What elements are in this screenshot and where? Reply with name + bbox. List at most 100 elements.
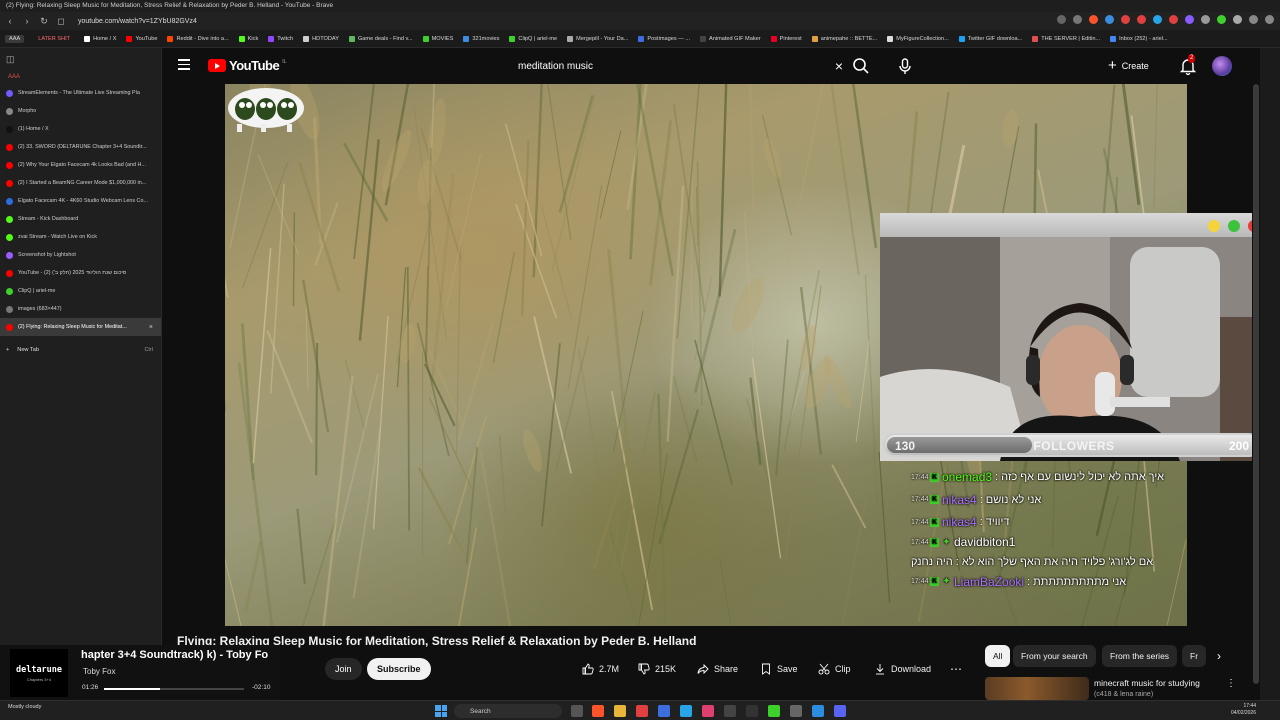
extension-icon[interactable] bbox=[1217, 15, 1226, 24]
bookmark-item[interactable]: THE SERVER | Editin... bbox=[1027, 35, 1105, 42]
create-button[interactable]: + Create bbox=[1108, 55, 1149, 77]
sidebar-tab[interactable]: Morpho bbox=[0, 102, 161, 120]
bookmark-item[interactable]: AAA bbox=[0, 34, 29, 43]
search-input[interactable]: meditation music × bbox=[506, 53, 848, 79]
bookmark-icon[interactable]: ◻ bbox=[54, 14, 68, 28]
sidebar-tab[interactable]: ClipQ | ariel-me bbox=[0, 282, 161, 300]
sidebar-tab[interactable]: Screenshot by Lightshot bbox=[0, 246, 161, 264]
bookmark-item[interactable]: Mergepill - Your Da... bbox=[562, 35, 633, 42]
sidebar-tab[interactable]: (2) Flying: Relaxing Sleep Music for Med… bbox=[0, 318, 161, 336]
like-button[interactable]: 2.7M bbox=[582, 658, 619, 680]
download-icon[interactable] bbox=[1249, 15, 1258, 24]
clip-button[interactable]: Clip bbox=[818, 658, 851, 680]
bookmark-item[interactable]: Inbox (252) - ariel... bbox=[1105, 35, 1173, 42]
bookmark-item[interactable]: Kick bbox=[234, 35, 264, 42]
avatar[interactable] bbox=[1212, 56, 1232, 76]
join-button[interactable]: Join bbox=[325, 658, 362, 680]
extension-icon[interactable] bbox=[1121, 15, 1130, 24]
extension-icon[interactable] bbox=[1169, 15, 1178, 24]
bookmark-item[interactable]: MyFigureCollection... bbox=[882, 35, 954, 42]
sidebar-tab[interactable]: images (683×447) bbox=[0, 300, 161, 318]
app-icon[interactable] bbox=[702, 705, 714, 717]
sidebar-tab[interactable]: (1) Home / X bbox=[0, 120, 161, 138]
url-field[interactable]: youtube.com/watch?v=1ZYbU82GVz4 bbox=[78, 18, 197, 25]
weather-widget[interactable]: Mostly cloudy bbox=[8, 704, 41, 710]
media-progress-track[interactable] bbox=[104, 688, 244, 690]
task-view-icon[interactable] bbox=[571, 705, 583, 717]
subscribe-button[interactable]: Subscribe bbox=[367, 658, 431, 680]
bookmark-item[interactable]: Twitch bbox=[263, 35, 298, 42]
share-page-icon[interactable] bbox=[1073, 15, 1082, 24]
bookmark-item[interactable]: Pinterest bbox=[766, 35, 807, 42]
taskbar-search[interactable]: Search bbox=[454, 704, 562, 718]
bookmark-item[interactable]: HDTODAY bbox=[298, 35, 344, 42]
extension-icon[interactable] bbox=[1185, 15, 1194, 24]
sidebar-tab[interactable]: Stream - Kick Dashboard bbox=[0, 210, 161, 228]
bookmark-item[interactable]: Postimages — ... bbox=[633, 35, 695, 42]
bookmark-item[interactable]: Twitter GIF downloa... bbox=[954, 35, 1027, 42]
tab-group-label[interactable]: AAA bbox=[0, 70, 161, 84]
bookmark-item[interactable]: MOVIES bbox=[418, 35, 459, 42]
extension-icon[interactable] bbox=[1201, 15, 1210, 24]
bookmark-item[interactable]: Home / X bbox=[79, 35, 121, 42]
scrollbar-thumb[interactable] bbox=[1253, 84, 1259, 684]
reload-icon[interactable]: ↻ bbox=[37, 14, 51, 28]
bookmark-item[interactable]: Reddit - Dive into a... bbox=[162, 35, 233, 42]
filter-chip[interactable]: Fr bbox=[1182, 645, 1206, 667]
extensions-menu-icon[interactable] bbox=[1233, 15, 1242, 24]
discord-icon[interactable] bbox=[834, 705, 846, 717]
zoom-icon[interactable] bbox=[1057, 15, 1066, 24]
menu-icon[interactable] bbox=[1265, 15, 1274, 24]
clear-search-icon[interactable]: × bbox=[830, 58, 848, 74]
save-button[interactable]: Save bbox=[760, 658, 798, 680]
bookmark-item[interactable]: YouTube bbox=[121, 35, 162, 42]
app-icon[interactable] bbox=[636, 705, 648, 717]
brave-browser-icon[interactable] bbox=[592, 705, 604, 717]
windows-start-icon[interactable] bbox=[435, 705, 447, 717]
system-clock[interactable]: 17:44 04/02/2026 bbox=[1231, 703, 1256, 717]
sidebar-tab[interactable]: zvai Stream - Watch Live on Kick bbox=[0, 228, 161, 246]
sidebar-tab[interactable]: YouTube - (2) סיכום שנת הוליווד 2025 (חל… bbox=[0, 264, 161, 282]
filter-chip[interactable]: All bbox=[985, 645, 1011, 667]
file-explorer-icon[interactable] bbox=[614, 705, 626, 717]
more-vert-icon[interactable]: ⋮ bbox=[1226, 678, 1236, 689]
sidebar-tab[interactable]: Elgato Facecam 4K - 4K60 Studio Webcam L… bbox=[0, 192, 161, 210]
bookmark-item[interactable]: LATER SHIT bbox=[29, 35, 79, 43]
app-icon[interactable] bbox=[658, 705, 670, 717]
forward-icon[interactable]: › bbox=[20, 14, 34, 28]
extension-icon[interactable] bbox=[1105, 15, 1114, 24]
filter-chip[interactable]: From the series bbox=[1102, 645, 1178, 667]
sidebar-tab[interactable]: (2) Why Your Elgato Facecam 4k Looks Bad… bbox=[0, 156, 161, 174]
app-icon[interactable] bbox=[724, 705, 736, 717]
recommendation-title[interactable]: minecraft music for studying bbox=[1094, 678, 1200, 688]
bookmark-item[interactable]: ClipQ | ariel-me bbox=[504, 35, 562, 42]
kick-app-icon[interactable] bbox=[768, 705, 780, 717]
sidebar-tab[interactable]: (2) 33. SWORD (DELTARUNE Chapter 3+4 Sou… bbox=[0, 138, 161, 156]
recommendation-thumbnail[interactable] bbox=[985, 677, 1089, 700]
new-tab-button[interactable]: + New Tab Ctrl bbox=[0, 340, 161, 360]
dislike-button[interactable]: 215K bbox=[638, 658, 676, 680]
settings-icon[interactable] bbox=[790, 705, 802, 717]
more-actions-icon[interactable]: ⋯ bbox=[950, 658, 962, 680]
hamburger-menu-icon[interactable] bbox=[178, 59, 190, 71]
brave-shield-icon[interactable] bbox=[1089, 15, 1098, 24]
filter-chip[interactable]: From your search bbox=[1013, 645, 1096, 667]
app-icon[interactable] bbox=[746, 705, 758, 717]
bookmark-item[interactable]: animepahe :: BETTE... bbox=[807, 35, 883, 42]
sidebar-tab[interactable]: (2) I Started a BeamNG Career Mode $1,00… bbox=[0, 174, 161, 192]
extension-icon[interactable] bbox=[1137, 15, 1146, 24]
back-icon[interactable]: ‹ bbox=[3, 14, 17, 28]
bookmark-item[interactable]: Animated GIF Maker bbox=[695, 35, 766, 42]
voice-search-button[interactable] bbox=[894, 55, 916, 77]
bookmark-item[interactable]: 321movies bbox=[458, 35, 504, 42]
chevron-right-icon[interactable]: › bbox=[1210, 647, 1228, 665]
app-icon[interactable] bbox=[680, 705, 692, 717]
sidebar-toggle-icon[interactable]: ◫ bbox=[0, 48, 161, 70]
share-button[interactable]: Share bbox=[697, 658, 738, 680]
bookmark-item[interactable]: Game deals - Find v... bbox=[344, 35, 418, 42]
app-icon[interactable] bbox=[812, 705, 824, 717]
youtube-logo[interactable]: YouTube IL bbox=[208, 58, 286, 73]
search-button[interactable] bbox=[850, 55, 872, 77]
sidebar-tab[interactable]: StreamElements - The Ultimate Live Strea… bbox=[0, 84, 161, 102]
close-tab-icon[interactable]: × bbox=[149, 324, 153, 331]
